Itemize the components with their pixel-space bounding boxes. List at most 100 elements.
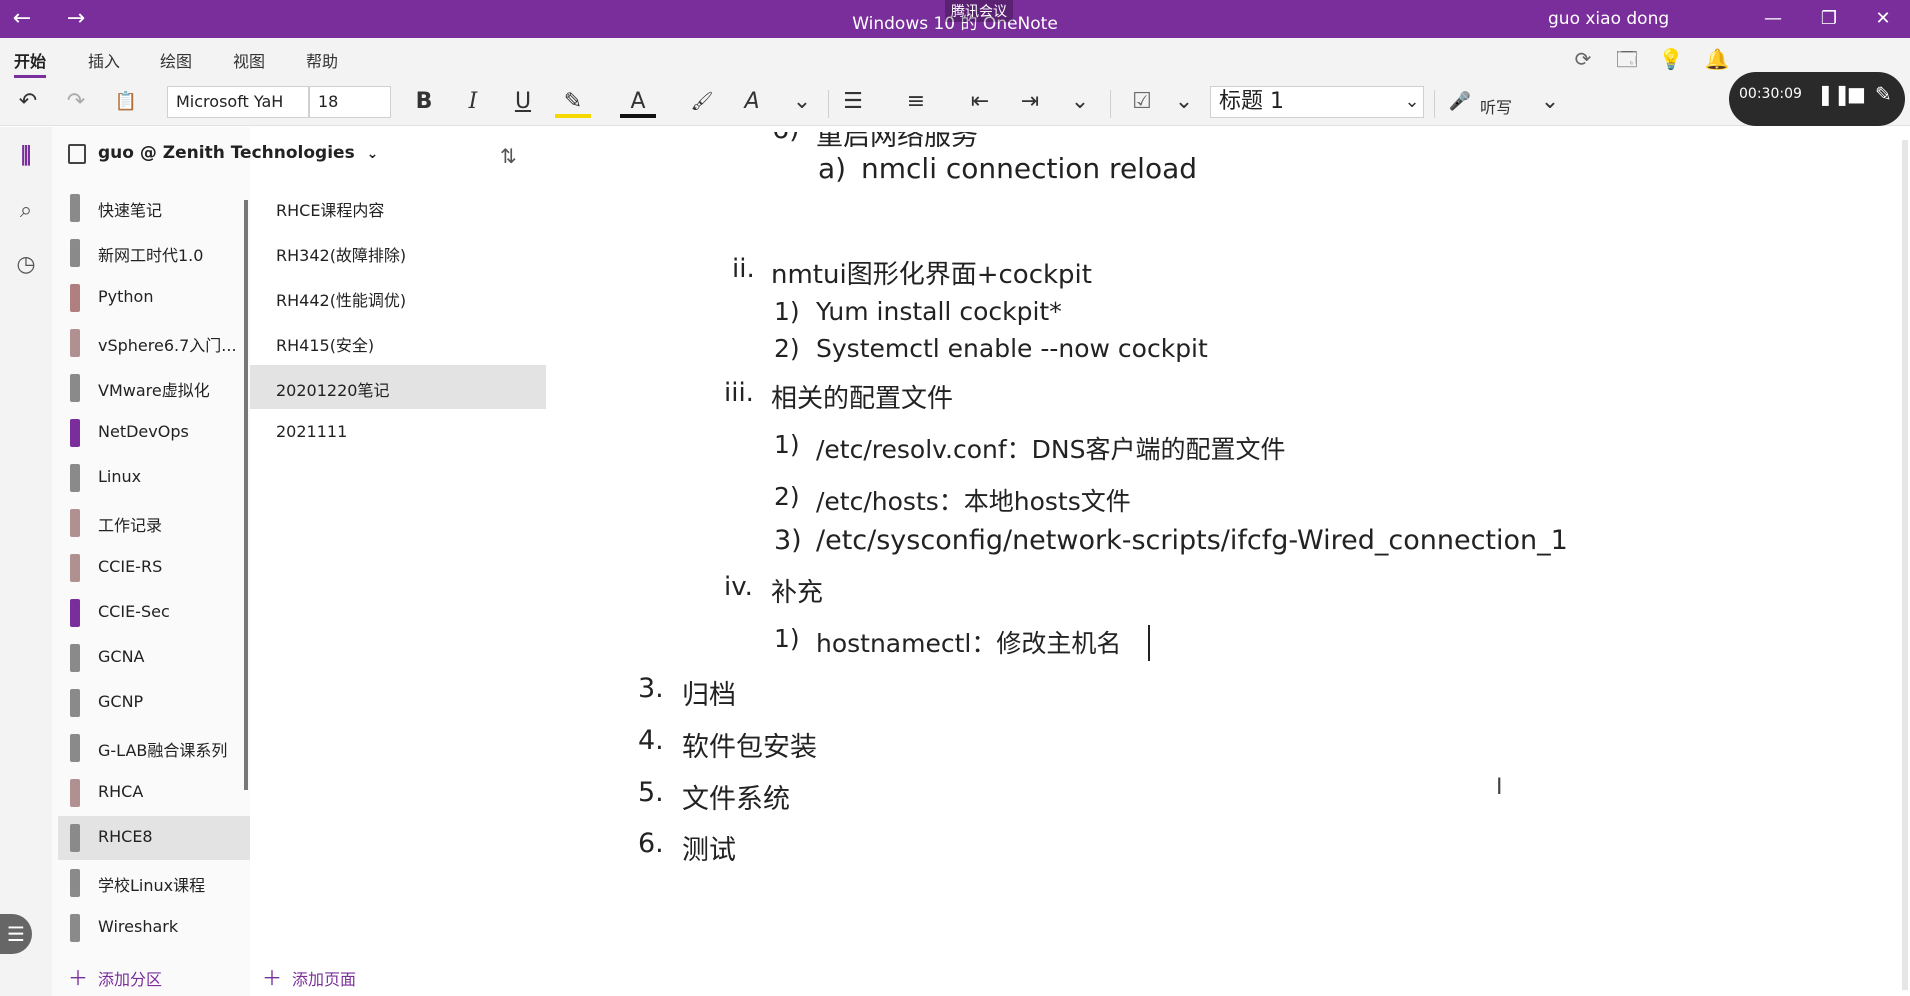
section-item[interactable]: GCNP [58,681,250,725]
undo-icon[interactable]: ↶ [10,86,46,118]
format-painter-icon[interactable]: 🖌 [684,86,720,118]
section-color-tab [70,554,80,582]
dictate-label[interactable]: 听写 [1480,94,1512,118]
stop-icon[interactable]: ■ [1847,82,1866,106]
section-item[interactable]: G-LAB融合课系列 [58,726,250,770]
note-line[interactable]: hostnamectl：修改主机名 [816,624,1121,660]
section-color-tab [70,734,80,762]
section-item[interactable]: 新网工时代1.0 [58,231,250,275]
highlight-icon[interactable]: ✎ [555,86,591,118]
page-item[interactable]: RH342(故障排除) [250,230,546,274]
section-item[interactable]: vSphere6.7入门... [58,321,250,365]
section-item[interactable]: RHCE8 [58,816,250,860]
page-item[interactable]: 20201220笔记 [250,365,546,409]
section-item[interactable]: Wireshark [58,906,250,950]
font-name-field[interactable]: Microsoft YaH [167,86,309,118]
section-color-tab [70,194,80,222]
pause-icon[interactable]: ❚❚ [1817,82,1851,106]
section-item[interactable]: VMware虚拟化 [58,366,250,410]
recent-clock-icon[interactable]: ◷ [8,247,44,283]
list-number: 2) [774,334,800,363]
notebook-selector[interactable]: guo @ Zenith Technologies ⌄ [98,143,378,163]
style-selector[interactable]: 标题 1 [1210,86,1424,118]
ribbon: 开始 插入 绘图 视图 帮助 ⟳ 🗔 💡 🔔 ↶ ↷ 📋 Microsoft Y… [0,38,1910,126]
clipboard-icon[interactable]: 📋 [108,86,144,118]
checkbox-tag-icon[interactable]: ☑ [1124,86,1160,118]
note-line[interactable]: 测试 [682,828,736,867]
section-label: G-LAB融合课系列 [98,741,228,760]
font-size-field[interactable]: 18 [309,86,391,118]
note-line[interactable]: Yum install cockpit* [816,297,1062,326]
notification-icon[interactable]: 🗔 [1612,44,1642,74]
note-line[interactable]: 文件系统 [682,777,790,816]
section-item[interactable]: GCNA [58,636,250,680]
notebooks-icon[interactable]: ⫼ [8,139,44,175]
indent-icon[interactable]: ⇥ [1012,86,1048,118]
tab-insert[interactable]: 插入 [88,48,120,72]
section-item[interactable]: NetDevOps [58,411,250,455]
sort-pages-icon[interactable]: ⇅ [500,144,517,168]
note-line[interactable]: nmcli connection reload [861,152,1197,185]
note-line[interactable]: 补充 [771,572,823,609]
ibeam-cursor-icon: I [1496,775,1503,800]
numbering-icon[interactable]: ≡ [898,86,934,118]
more-paragraph-chevron-icon[interactable]: ⌄ [1062,86,1098,118]
section-color-tab [70,464,80,492]
search-icon[interactable]: ⌕ [8,193,44,229]
section-color-tab [70,914,80,942]
bold-button[interactable]: B [406,86,442,118]
section-item[interactable]: Linux [58,456,250,500]
style-chevron-icon[interactable]: ⌄ [1394,86,1430,118]
tab-help[interactable]: 帮助 [306,48,338,72]
note-line[interactable]: /etc/resolv.conf：DNS客户端的配置文件 [816,430,1285,466]
font-color-icon[interactable]: A [620,86,656,118]
note-line[interactable]: 软件包安装 [682,725,817,764]
add-page-button[interactable]: ＋ 添加页面 [262,962,356,991]
section-item[interactable]: RHCA [58,771,250,815]
page-label: RH442(性能调优) [276,291,407,310]
note-line[interactable]: 相关的配置文件 [771,378,953,415]
tag-chevron-icon[interactable]: ⌄ [1166,86,1202,118]
sync-icon[interactable]: ⟳ [1568,44,1598,74]
section-item[interactable]: 快速笔记 [58,186,250,230]
recording-overlay[interactable]: 00:30:09 ❚❚ ■ ✎ [1729,72,1905,126]
note-line[interactable]: /etc/hosts：本地hosts文件 [816,482,1131,518]
page-item[interactable]: 2021111 [250,410,546,454]
page-item[interactable]: RHCE课程内容 [250,185,546,229]
page-item[interactable]: RH442(性能调优) [250,275,546,319]
page-item[interactable]: RH415(安全) [250,320,546,364]
section-scrollbar[interactable] [244,200,248,790]
dictate-chevron-icon[interactable]: ⌄ [1532,86,1568,118]
list-number: 6. [638,828,664,859]
chevron-down-icon: ⌄ [366,146,379,162]
note-line[interactable]: 归档 [682,673,736,712]
section-item[interactable]: 工作记录 [58,501,250,545]
microphone-icon[interactable]: 🎤 [1442,86,1478,118]
bell-icon[interactable]: 🔔 [1702,44,1732,74]
note-line[interactable]: Systemctl enable --now cockpit [816,334,1208,363]
section-item[interactable]: CCIE-RS [58,546,250,590]
restore-icon[interactable]: ❐ [1806,6,1852,32]
redo-icon[interactable]: ↷ [58,86,94,118]
note-line[interactable]: nmtui图形化界面+cockpit [771,254,1092,291]
minimize-icon[interactable]: — [1750,6,1796,32]
section-item[interactable]: 学校Linux课程 [58,861,250,905]
underline-button[interactable]: U [505,86,541,118]
outdent-icon[interactable]: ⇤ [962,86,998,118]
bullets-icon[interactable]: ☰ [835,86,871,118]
user-name[interactable]: guo xiao dong [1548,9,1669,29]
tab-view[interactable]: 视图 [233,48,265,72]
section-item[interactable]: CCIE-Sec [58,591,250,635]
tab-home[interactable]: 开始 [14,48,47,78]
close-icon[interactable]: ✕ [1860,6,1906,32]
add-section-button[interactable]: ＋ 添加分区 [68,962,162,991]
note-line[interactable]: /etc/sysconfig/network-scripts/ifcfg-Wir… [816,525,1568,556]
section-item[interactable]: Python [58,276,250,320]
page-scrollbar[interactable] [1902,140,1908,990]
lightbulb-icon[interactable]: 💡 [1656,44,1686,74]
clear-format-icon[interactable]: A [734,86,770,118]
more-format-chevron-icon[interactable]: ⌄ [784,86,820,118]
italic-button[interactable]: I [455,86,491,118]
tab-draw[interactable]: 绘图 [160,48,192,72]
pen-icon[interactable]: ✎ [1875,82,1892,106]
